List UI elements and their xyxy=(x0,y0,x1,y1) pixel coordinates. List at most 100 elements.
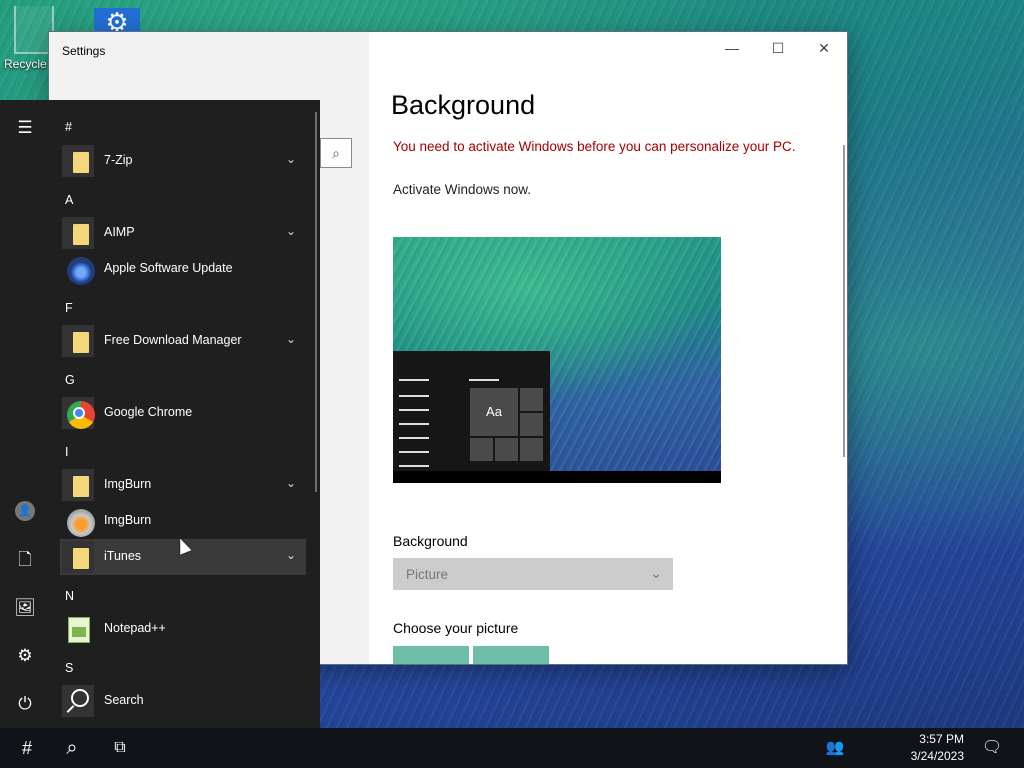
app-google-chrome[interactable]: Google Chrome xyxy=(60,395,306,431)
preview-line xyxy=(399,451,429,453)
app-imgburn-folder[interactable]: ImgBurn ⌄ xyxy=(60,467,306,503)
preview-line xyxy=(399,409,429,411)
group-header[interactable]: I xyxy=(65,445,68,459)
preview-line xyxy=(399,423,429,425)
preview-tile xyxy=(519,387,544,412)
page-title: Background xyxy=(391,90,536,120)
folder-icon xyxy=(62,217,94,249)
documents-icon[interactable]: 🗋 xyxy=(0,545,50,575)
group-header[interactable]: N xyxy=(65,589,74,603)
taskbar: # ⌕ ⧉ 👥 3:57 PM 3/24/2023 🗨 xyxy=(0,728,1024,768)
chevron-down-icon[interactable]: ⌄ xyxy=(286,224,296,238)
folder-shape xyxy=(73,476,89,497)
group-header[interactable]: # xyxy=(65,120,72,134)
notifications-icon[interactable]: 🗨 xyxy=(972,728,1012,768)
background-dropdown[interactable]: Picture ⌄ xyxy=(393,558,673,590)
pictures-icon[interactable]: 🖼 xyxy=(0,593,50,623)
background-page: Background You need to activate Windows … xyxy=(391,32,831,664)
search-handle xyxy=(66,705,75,713)
preview-tile xyxy=(519,412,544,437)
app-name: 7-Zip xyxy=(104,153,133,167)
apple-update-globe xyxy=(67,257,95,285)
app-name: iTunes xyxy=(104,549,142,563)
folder-icon xyxy=(62,469,94,501)
clock-date: 3/24/2023 xyxy=(910,749,964,763)
people-icon[interactable]: 👥 xyxy=(814,728,856,768)
preview-tile xyxy=(494,437,519,462)
activate-windows-link[interactable]: Activate Windows now. xyxy=(393,182,531,197)
background-dropdown-value: Picture xyxy=(406,567,449,582)
activation-warning: You need to activate Windows before you … xyxy=(393,139,796,154)
user-avatar[interactable]: 👤 xyxy=(15,501,35,521)
recycle-bin-label: Recycle xyxy=(4,57,47,71)
choose-picture-label: Choose your picture xyxy=(393,620,519,636)
app-list-scrollbar[interactable] xyxy=(315,112,317,492)
group-header[interactable]: A xyxy=(65,193,73,207)
preview-tile xyxy=(519,437,544,462)
task-view-icon[interactable]: ⧉ xyxy=(98,728,142,768)
app-aimp[interactable]: AIMP ⌄ xyxy=(60,215,306,251)
folder-shape xyxy=(73,152,89,173)
picture-thumbnail[interactable] xyxy=(393,646,469,664)
preview-start-menu: Aa xyxy=(393,351,550,473)
picture-thumbnail[interactable] xyxy=(473,646,549,664)
power-icon[interactable]: ⏻ xyxy=(0,689,50,719)
app-free-download-manager[interactable]: Free Download Manager ⌄ xyxy=(60,323,306,359)
preview-taskbar xyxy=(393,471,721,483)
chevron-down-icon[interactable]: ⌄ xyxy=(286,476,296,490)
folder-shape xyxy=(73,548,89,569)
app-list: # 7-Zip ⌄ A AIMP ⌄ Apple Software Update… xyxy=(58,100,308,728)
window-title: Settings xyxy=(62,44,106,58)
imgburn-disc-icon xyxy=(62,505,95,537)
app-name: Apple Software Update xyxy=(104,261,233,275)
folder-icon xyxy=(62,541,94,573)
search-icon xyxy=(62,685,94,717)
preview-line xyxy=(469,379,499,381)
app-name: Notepad++ xyxy=(104,621,166,635)
folder-icon xyxy=(62,325,94,357)
desktop-preview: Aa xyxy=(393,237,721,483)
app-search[interactable]: Search xyxy=(60,683,306,719)
group-header[interactable]: F xyxy=(65,301,73,315)
settings-gear-icon[interactable]: ⚙ xyxy=(0,641,50,671)
clock-time: 3:57 PM xyxy=(919,732,964,746)
settings-scrollbar[interactable] xyxy=(843,145,845,457)
notepad-mark xyxy=(72,627,86,637)
taskbar-search-icon[interactable]: ⌕ xyxy=(50,728,94,768)
folder-icon xyxy=(62,145,94,177)
clock[interactable]: 3:57 PM 3/24/2023 xyxy=(911,731,964,765)
folder-shape xyxy=(73,224,89,245)
app-name: ImgBurn xyxy=(104,477,152,491)
preview-line xyxy=(399,379,429,381)
settings-search-button[interactable]: ⌕ xyxy=(320,138,352,168)
start-rail: ☰ 👤 🗋 🖼 ⚙ ⏻ xyxy=(0,100,50,728)
folder-shape xyxy=(73,332,89,353)
start-button[interactable]: # xyxy=(6,728,48,768)
background-label: Background xyxy=(393,533,468,549)
app-apple-software-update[interactable]: Apple Software Update xyxy=(60,251,306,287)
hamburger-icon[interactable]: ☰ xyxy=(0,113,50,143)
preview-line xyxy=(399,395,429,397)
app-name: ImgBurn xyxy=(104,513,152,527)
app-notepad-plus-plus[interactable]: Notepad++ xyxy=(60,611,306,647)
group-header[interactable]: S xyxy=(65,661,73,675)
app-7zip[interactable]: 7-Zip ⌄ xyxy=(60,143,306,179)
preview-line xyxy=(399,465,429,467)
chevron-down-icon: ⌄ xyxy=(650,565,662,581)
preview-line xyxy=(399,437,429,439)
app-imgburn[interactable]: ImgBurn xyxy=(60,503,306,539)
preview-tile xyxy=(469,437,494,462)
preview-tile-aa: Aa xyxy=(469,387,519,437)
search-icon: ⌕ xyxy=(332,145,340,161)
chrome-icon xyxy=(62,397,95,429)
chevron-down-icon[interactable]: ⌄ xyxy=(286,152,296,166)
chevron-down-icon[interactable]: ⌄ xyxy=(286,332,296,346)
start-menu: ☰ 👤 🗋 🖼 ⚙ ⏻ # 7-Zip ⌄ A AIMP ⌄ Apple Sof… xyxy=(0,100,320,728)
group-header[interactable]: G xyxy=(65,373,75,387)
app-name: Google Chrome xyxy=(104,405,193,419)
app-name: Search xyxy=(104,693,144,707)
apple-update-icon xyxy=(62,253,95,285)
chrome-center xyxy=(73,407,85,419)
notepad-plus-plus-icon xyxy=(62,613,94,645)
chevron-down-icon[interactable]: ⌄ xyxy=(286,548,296,562)
